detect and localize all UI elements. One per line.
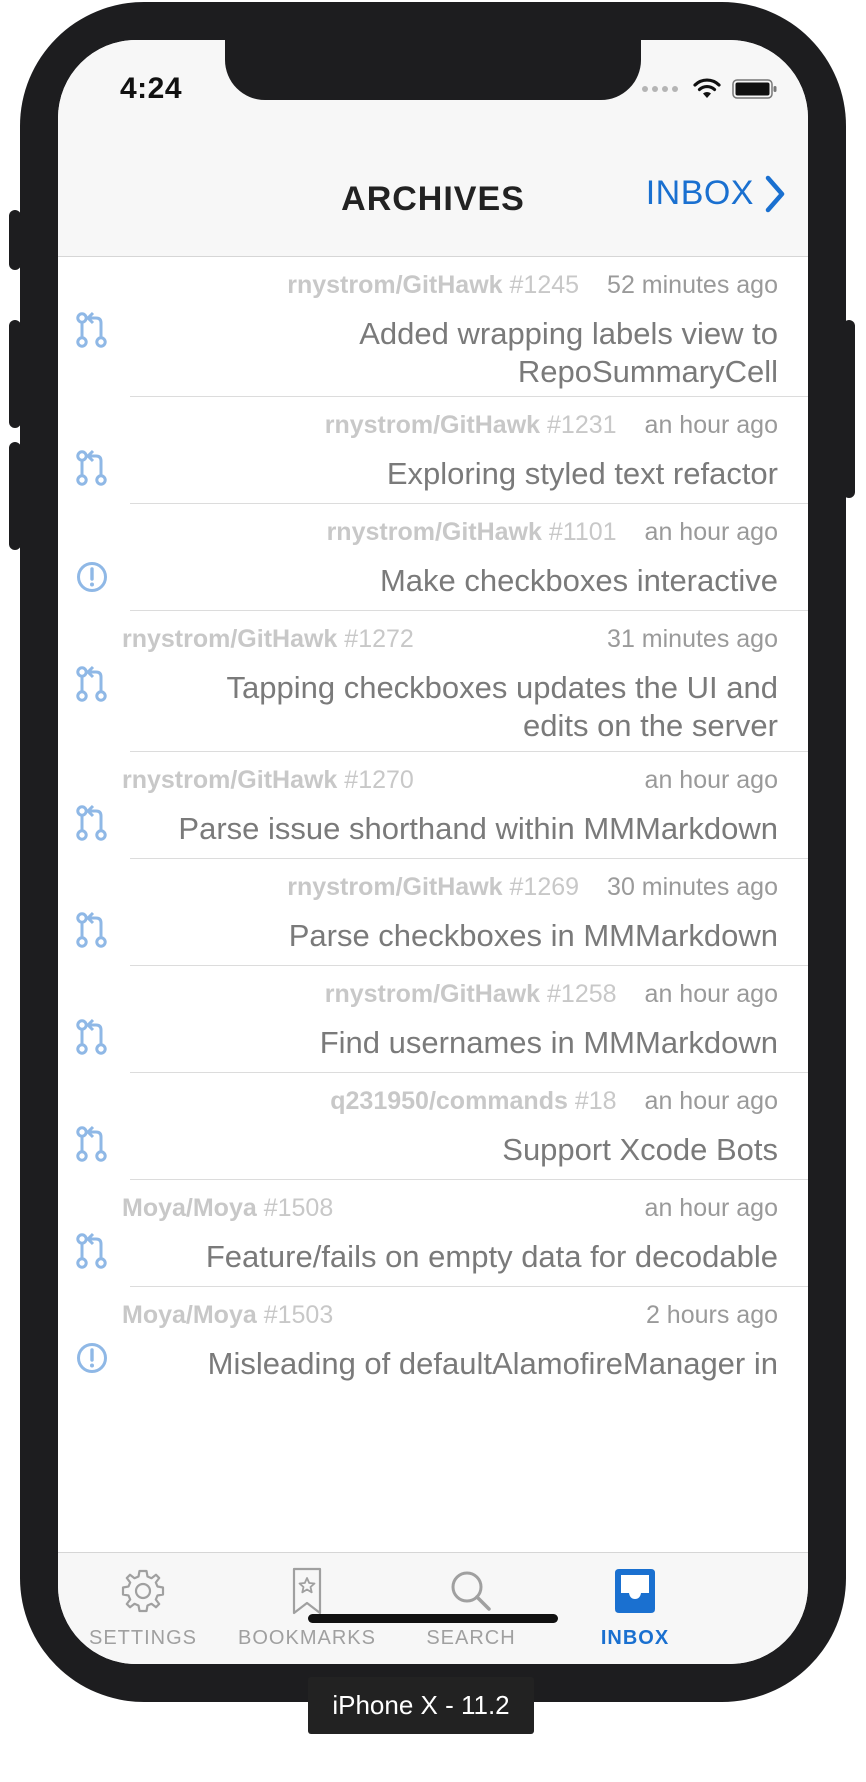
notification-row[interactable]: rnystrom/GitHawk #1269 30 minutes ago Pa…	[58, 859, 808, 966]
repo-name: rnystrom/GitHawk	[122, 766, 338, 794]
repo-name: rnystrom/GitHawk	[122, 625, 338, 653]
bookmark-icon	[292, 1567, 322, 1615]
tab-bookmarks[interactable]: BOOKMARKS	[222, 1563, 392, 1650]
device-label: iPhone X - 11.2	[308, 1677, 534, 1734]
issue-number: #1508	[263, 1194, 334, 1222]
notch	[225, 40, 641, 100]
wifi-icon	[693, 78, 721, 98]
search-icon	[451, 1571, 491, 1611]
repo-name: Moya/Moya	[122, 1194, 257, 1222]
pull-request-icon	[76, 804, 107, 841]
pull-request-icon	[76, 449, 107, 486]
repo-name: rnystrom/GitHawk	[326, 518, 542, 546]
notification-meta: Moya/Moya #1508 an hour ago	[122, 1194, 778, 1223]
signal-icon	[642, 86, 678, 92]
chevron-right-icon	[765, 175, 785, 212]
timestamp: an hour ago	[644, 980, 778, 1008]
pull-request-icon	[76, 1125, 107, 1162]
repo-name: rnystrom/GitHawk	[287, 873, 503, 901]
issue-number: #1503	[263, 1301, 334, 1329]
timestamp: 52 minutes ago	[607, 271, 778, 299]
timestamp: 2 hours ago	[645, 1301, 778, 1329]
nav-bar: ARCHIVES INBOX	[58, 138, 808, 257]
battery-icon	[732, 79, 777, 99]
tab-label: INBOX	[600, 1627, 670, 1649]
notification-row[interactable]: rnystrom/GitHawk #1231 an hour ago Explo…	[58, 397, 808, 504]
timestamp: 31 minutes ago	[607, 625, 778, 653]
notification-row[interactable]: rnystrom/GitHawk #1245 52 minutes ago Ad…	[58, 257, 808, 397]
notification-row[interactable]: rnystrom/GitHawk #1258 an hour ago Find …	[58, 966, 808, 1073]
notification-row[interactable]: rnystrom/GitHawk #1101 an hour ago Make …	[58, 504, 808, 611]
notification-title: Parse checkboxes in MMMarkdown	[288, 918, 778, 953]
tab-inbox[interactable]: INBOX	[550, 1563, 720, 1650]
inbox-icon	[615, 1569, 655, 1613]
notification-row[interactable]: Moya/Moya #1503 2 hours ago Misleading o…	[58, 1287, 808, 1394]
issue-number: #1245	[509, 271, 580, 299]
inbox-nav-button[interactable]: INBOX	[646, 174, 786, 213]
issue-number: #1272	[344, 625, 414, 653]
repo-name: Moya/Moya	[122, 1301, 257, 1329]
timestamp: an hour ago	[644, 411, 778, 439]
notification-meta: q231950/commands #18 an hour ago	[330, 1087, 778, 1116]
notification-title: Find usernames in MMMarkdown	[319, 1025, 778, 1060]
timestamp: an hour ago	[644, 518, 778, 546]
notification-meta: rnystrom/GitHawk #1231 an hour ago	[325, 411, 778, 440]
inbox-nav-label: INBOX	[645, 174, 754, 212]
tab-label: SETTINGS	[88, 1627, 197, 1649]
timestamp: an hour ago	[644, 1194, 778, 1222]
repo-name: rnystrom/GitHawk	[324, 411, 541, 439]
repo-name: rnystrom/GitHawk	[287, 271, 503, 299]
notification-title: Misleading of defaultAlamofireManager in	[207, 1346, 778, 1381]
notification-meta: rnystrom/GitHawk #1245 52 minutes ago	[287, 271, 778, 300]
notification-row[interactable]: q231950/commands #18 an hour ago Support…	[58, 1073, 808, 1180]
tab-search[interactable]: SEARCH	[386, 1563, 556, 1650]
notification-row[interactable]: Moya/Moya #1508 an hour ago Feature/fail…	[58, 1180, 808, 1287]
pull-request-icon	[76, 911, 107, 948]
status-icons	[642, 78, 778, 100]
gear-icon	[121, 1569, 165, 1613]
pull-request-icon	[76, 665, 107, 702]
notification-title: Support Xcode Bots	[502, 1132, 778, 1167]
notification-title: Tapping checkboxes updates the UI and ed…	[226, 670, 779, 743]
timestamp: 30 minutes ago	[607, 873, 778, 901]
issue-number: #1231	[547, 411, 617, 439]
tab-bar: SETTINGS BOOKMARKS SEARCH INBOX	[58, 1552, 808, 1664]
status-time: 4:24	[120, 72, 183, 105]
repo-name: rnystrom/GitHawk	[324, 980, 541, 1008]
notification-meta: rnystrom/GitHawk #1272 31 minutes ago	[122, 625, 778, 654]
issue-icon	[77, 1343, 107, 1373]
notification-meta: rnystrom/GitHawk #1270 an hour ago	[122, 766, 778, 795]
notification-row[interactable]: rnystrom/GitHawk #1272 31 minutes ago Ta…	[58, 611, 808, 752]
notification-meta: rnystrom/GitHawk #1269 30 minutes ago	[287, 873, 778, 902]
timestamp: an hour ago	[644, 1087, 778, 1115]
screen: 4:24 ARCHIVES INBOX rnystrom/GitHawk #12…	[58, 40, 808, 1664]
notification-row[interactable]: rnystrom/GitHawk #1270 an hour ago Parse…	[58, 752, 808, 859]
notification-title: Parse issue shorthand within MMMarkdown	[178, 811, 778, 846]
repo-name: q231950/commands	[330, 1087, 568, 1115]
issue-number: #18	[574, 1087, 617, 1115]
notification-meta: Moya/Moya #1503 2 hours ago	[122, 1301, 778, 1330]
notification-list[interactable]: rnystrom/GitHawk #1245 52 minutes ago Ad…	[58, 257, 808, 1552]
tab-settings[interactable]: SETTINGS	[58, 1563, 228, 1650]
issue-number: #1101	[548, 518, 617, 546]
pull-request-icon	[76, 311, 107, 348]
notification-title: Exploring styled text refactor	[386, 456, 778, 491]
issue-icon	[77, 562, 107, 592]
notification-title: Feature/fails on empty data for decodabl…	[205, 1239, 778, 1274]
notification-meta: rnystrom/GitHawk #1258 an hour ago	[325, 980, 778, 1009]
issue-number: #1258	[547, 980, 617, 1008]
notification-title: Make checkboxes interactive	[379, 563, 778, 598]
pull-request-icon	[76, 1232, 107, 1269]
tab-label: BOOKMARKS	[238, 1627, 376, 1649]
pull-request-icon	[76, 1018, 107, 1055]
notification-meta: rnystrom/GitHawk #1101 an hour ago	[327, 518, 778, 547]
timestamp: an hour ago	[644, 766, 778, 794]
home-indicator[interactable]	[308, 1614, 558, 1623]
issue-number: #1270	[344, 766, 414, 794]
notification-title: Added wrapping labels view to RepoSummar…	[359, 316, 778, 389]
issue-number: #1269	[509, 873, 580, 901]
tab-label: SEARCH	[426, 1627, 516, 1649]
